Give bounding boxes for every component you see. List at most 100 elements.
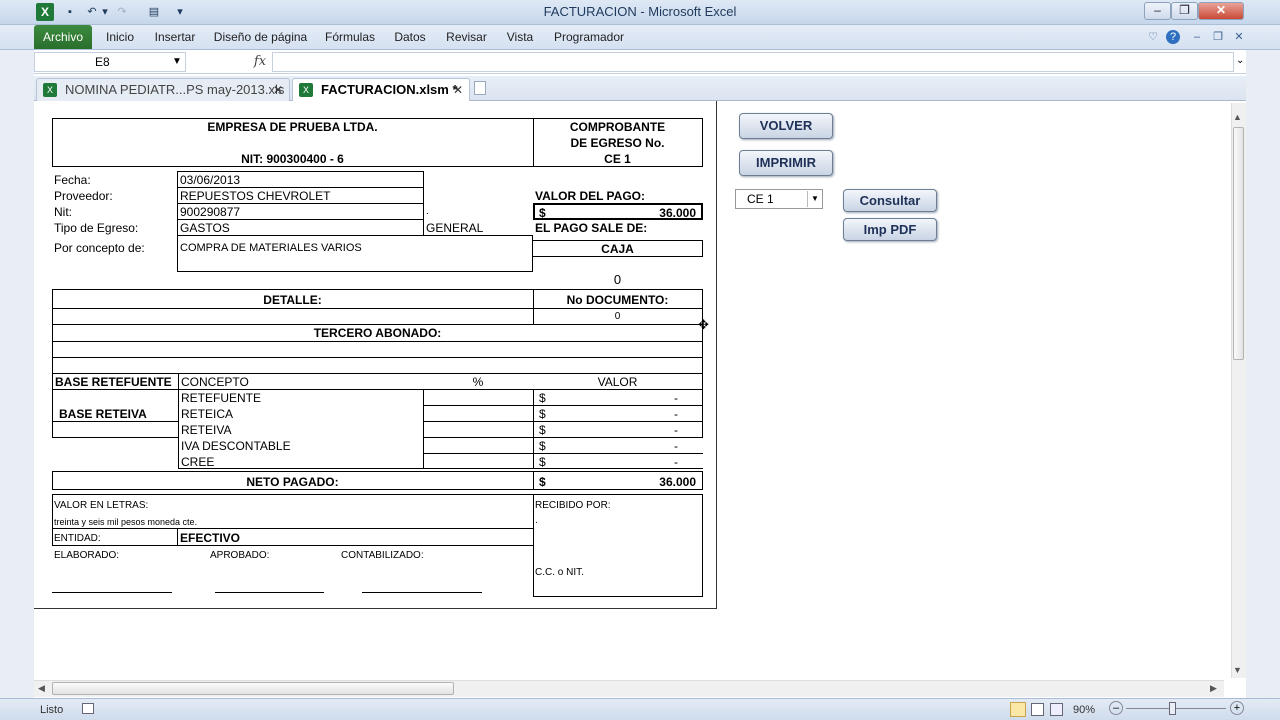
new-workbook-icon[interactable] [474, 81, 486, 95]
vertical-scroll-thumb[interactable] [1233, 127, 1244, 360]
voucher-title-2: DE EGRESO No. [570, 136, 665, 150]
close-tab-icon[interactable]: ✕ [453, 79, 463, 101]
pago-sale-value[interactable]: CAJA [533, 242, 702, 256]
nit-value[interactable]: 900290877 [180, 205, 240, 219]
nit-dot: . [426, 206, 429, 217]
label-concepto: Por concepto de: [54, 241, 145, 255]
fecha-value[interactable]: 03/06/2013 [180, 173, 240, 187]
workbook-tabs: X NOMINA PEDIATR...PS may-2013.xls ✕ X F… [34, 76, 1246, 101]
tab-insertar[interactable]: Insertar [150, 25, 200, 49]
retencion-currency: $ [539, 439, 546, 453]
scroll-left-icon[interactable]: ◀ [38, 683, 45, 694]
imprimir-button[interactable]: IMPRIMIR [739, 150, 833, 176]
label-cc-nit: C.C. o NIT. [535, 567, 584, 578]
workbook-restore-icon[interactable]: ❐ [1211, 30, 1225, 44]
zero-value: 0 [613, 272, 622, 287]
scroll-down-icon[interactable]: ▼ [1233, 665, 1242, 675]
entidad-value[interactable]: EFECTIVO [180, 531, 240, 545]
label-fecha: Fecha: [54, 173, 91, 187]
label-entidad: ENTIDAD: [54, 533, 101, 544]
workbook-tab-facturacion[interactable]: X FACTURACION.xlsm * ✕ [292, 78, 470, 101]
label-base-retefuente: BASE RETEFUENTE [55, 375, 172, 389]
insert-function-icon[interactable]: fx [250, 52, 270, 72]
close-button[interactable]: ✕ [1198, 2, 1244, 20]
zoom-slider-track[interactable] [1126, 708, 1226, 709]
label-aprobado: APROBADO: [210, 550, 270, 561]
name-box[interactable]: E8 [34, 52, 186, 72]
voucher-combo[interactable]: CE 1 ▼ [735, 189, 823, 209]
normal-view-icon[interactable] [1010, 702, 1026, 717]
recibido-dot: . [535, 515, 538, 526]
label-elaborado: ELABORADO: [54, 550, 120, 561]
label-contabilizado: CONTABILIZADO: [341, 550, 424, 561]
worksheet[interactable]: EMPRESA DE PRUEBA LTDA. NIT: 900300400 -… [34, 101, 1246, 679]
retencion-valor: - [674, 439, 678, 453]
label-recibido-por: RECIBIDO POR: [535, 500, 611, 511]
workbook-close-icon[interactable]: ✕ [1232, 30, 1246, 44]
page-layout-view-icon[interactable] [1031, 703, 1044, 716]
zoom-level[interactable]: 90% [1073, 704, 1095, 716]
retencion-valor: - [674, 391, 678, 405]
retencion-currency: $ [539, 455, 546, 469]
no-documento-value[interactable]: 0 [533, 310, 702, 324]
voucher-title-1: COMPROBANTE [569, 120, 666, 134]
tab-diseno-pagina[interactable]: Diseño de página [212, 25, 309, 49]
minimize-ribbon-icon[interactable]: ♡ [1146, 30, 1160, 44]
retencion-currency: $ [539, 423, 546, 437]
tab-inicio[interactable]: Inicio [100, 25, 140, 49]
horizontal-scroll-thumb[interactable] [52, 682, 454, 695]
close-tab-icon[interactable]: ✕ [273, 79, 283, 101]
consultar-button[interactable]: Consultar [843, 189, 937, 212]
workbook-minimize-icon[interactable]: – [1190, 30, 1204, 44]
zoom-out-icon[interactable]: – [1109, 701, 1123, 715]
expand-formula-bar-icon[interactable]: ⌄ [1236, 55, 1244, 66]
formula-input[interactable] [272, 52, 1234, 72]
imp-pdf-button[interactable]: Imp PDF [843, 218, 937, 241]
signature-line-elaborado [52, 592, 172, 593]
window-title: FACTURACION - Microsoft Excel [543, 4, 737, 19]
retencion-concepto: CREE [181, 455, 215, 469]
scroll-right-icon[interactable]: ▶ [1210, 683, 1217, 694]
signature-line-aprobado [215, 592, 324, 593]
label-nit: Nit: [54, 205, 72, 219]
retencion-concepto: RETEIVA [181, 423, 232, 437]
concepto-value[interactable]: COMPRA DE MATERIALES VARIOS [180, 241, 362, 255]
macro-record-icon[interactable] [82, 703, 94, 714]
tab-datos[interactable]: Datos [390, 25, 430, 49]
label-pct-col: % [472, 375, 484, 389]
signature-line-contabilizado [362, 592, 482, 593]
tipo-egreso-value[interactable]: GASTOS [180, 221, 230, 235]
page-break-view-icon[interactable] [1050, 703, 1063, 716]
retencion-valor: - [674, 407, 678, 421]
tab-programador[interactable]: Programador [551, 25, 627, 49]
workbook-tab-label: FACTURACION.xlsm * [321, 82, 458, 97]
scroll-up-icon[interactable]: ▲ [1233, 112, 1242, 122]
company-nit: NIT: 900300400 - 6 [241, 152, 344, 166]
voucher-number: CE 1 [604, 152, 631, 166]
valor-pago-currency: $ [539, 206, 546, 220]
zoom-slider-thumb[interactable] [1169, 702, 1176, 715]
restore-button[interactable]: ❐ [1171, 2, 1198, 20]
minimize-button[interactable]: – [1144, 2, 1171, 20]
label-detalle: DETALLE: [263, 293, 322, 307]
workbook-tab-nomina[interactable]: X NOMINA PEDIATR...PS may-2013.xls ✕ [36, 78, 290, 101]
label-tipo-egreso: Tipo de Egreso: [54, 221, 139, 235]
volver-button[interactable]: VOLVER [739, 113, 833, 139]
help-icon[interactable]: ? [1166, 30, 1180, 44]
neto-value: 36.000 [659, 475, 696, 489]
retencion-concepto: IVA DESCONTABLE [181, 439, 291, 453]
tab-revisar[interactable]: Revisar [444, 25, 489, 49]
combo-dropdown-icon[interactable]: ▼ [807, 191, 822, 207]
zoom-in-icon[interactable]: + [1230, 701, 1244, 715]
xlsm-file-icon: X [299, 83, 313, 97]
retencion-currency: $ [539, 391, 546, 405]
valor-pago-value: 36.000 [659, 206, 696, 220]
retencion-valor: - [674, 455, 678, 469]
tab-archivo[interactable]: Archivo [34, 25, 92, 49]
name-box-dropdown-icon[interactable]: ▼ [172, 56, 182, 67]
proveedor-value[interactable]: REPUESTOS CHEVROLET [180, 189, 330, 203]
right-frame [1246, 50, 1280, 700]
tab-formulas[interactable]: Fórmulas [322, 25, 378, 49]
tab-vista[interactable]: Vista [503, 25, 537, 49]
label-no-documento: No DOCUMENTO: [566, 293, 669, 307]
